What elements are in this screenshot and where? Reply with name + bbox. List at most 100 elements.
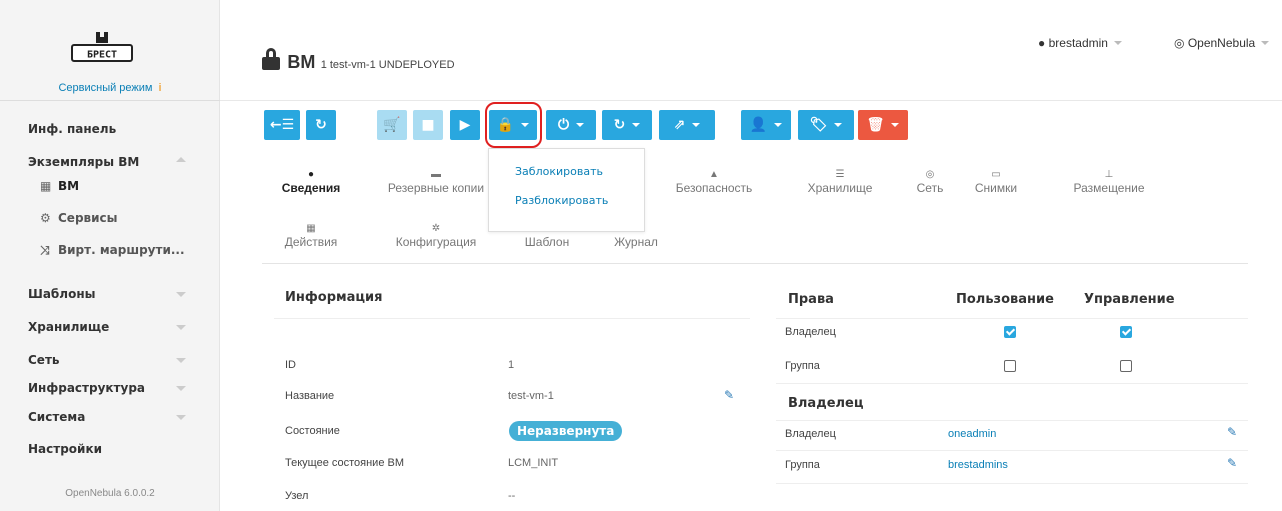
caret-down-icon (891, 123, 900, 127)
tab-label: Сеть (916, 181, 944, 195)
perms-col-manage: Управление (1084, 292, 1175, 307)
cart-icon: 🛒 (383, 117, 401, 133)
chevron-down-icon (176, 415, 186, 420)
globe-icon: ◎ (1174, 36, 1185, 50)
tab-security[interactable]: ▲ Безопасность (662, 168, 766, 195)
tab-label: Сведения (281, 181, 341, 195)
perms-title: Права (788, 292, 834, 307)
owner-label-group: Группа (785, 459, 820, 471)
edit-icon[interactable]: ✎ (1227, 457, 1239, 469)
services-icon: ⚙ (40, 211, 51, 225)
caret-down-icon (576, 123, 585, 127)
sidebar-item-infrastructure[interactable]: Инфраструктура (28, 381, 145, 395)
laptop-icon: ▭ (991, 169, 1001, 180)
tab-label: Резервные копии (387, 181, 485, 195)
row-divider (776, 318, 1248, 319)
play-button[interactable]: ▶ (450, 110, 480, 140)
chevron-down-icon (1261, 41, 1270, 45)
sidebar-item-storage[interactable]: Хранилище (28, 320, 109, 334)
lock-icon: ▲ (709, 169, 719, 180)
tab-snapshots[interactable]: ▭ Снимки (968, 168, 1024, 195)
zone-menu[interactable]: ◎ OpenNebula (1174, 36, 1270, 50)
sidebar-item-dashboard[interactable]: Инф. панель (28, 122, 116, 136)
shuffle-icon: ⤨ (40, 243, 50, 257)
tabs-divider (262, 263, 1248, 264)
header-divider (220, 100, 1282, 101)
brest-logo: БРЕСТ (71, 32, 133, 62)
tab-network[interactable]: ◎ Сеть (910, 168, 950, 195)
edit-icon[interactable]: ✎ (724, 389, 736, 401)
row-divider (776, 483, 1248, 484)
tab-label: Снимки (974, 181, 1018, 195)
info-label-id: ID (285, 359, 296, 371)
tab-label: Журнал (614, 235, 658, 249)
info-value-lcm-state: LCM_INIT (508, 457, 559, 469)
tab-label: Размещение (1073, 181, 1145, 195)
perms-label-owner: Владелец (785, 326, 836, 338)
group-manage-checkbox[interactable] (1120, 360, 1132, 372)
reboot-icon: ↻ (613, 117, 626, 133)
owner-title: Владелец (788, 396, 864, 411)
sidebar-item-services[interactable]: ⚙ Сервисы (40, 211, 118, 225)
delete-menu-button[interactable]: 🗑 (858, 110, 908, 140)
info-value-host: -- (508, 490, 516, 502)
tab-placement[interactable]: ⊥ Размещение (1062, 168, 1156, 195)
owner-group-link[interactable]: brestadmins (948, 459, 1008, 471)
tab-info[interactable]: ● Сведения (270, 168, 352, 195)
highlight-ring (485, 102, 542, 148)
tab-backups[interactable]: ▬ Резервные копии (384, 168, 488, 195)
brand[interactable]: БРЕСТ Сервисный режим i (12, 10, 208, 94)
owner-use-checkbox[interactable] (1004, 326, 1016, 338)
power-menu-button[interactable]: ⏻ (546, 110, 596, 140)
owner-menu-button[interactable]: 👤 (741, 110, 791, 140)
info-label-state: Состояние (285, 425, 340, 437)
info-title: Информация (285, 290, 383, 305)
sidebar-divider (0, 100, 220, 101)
lock-option[interactable]: Заблокировать (515, 165, 603, 178)
info-label-name: Название (285, 390, 335, 402)
chevron-down-icon (176, 292, 186, 297)
sidebar-item-system[interactable]: Система (28, 410, 85, 424)
refresh-button[interactable]: ↻ (306, 110, 336, 140)
row-divider (776, 383, 1248, 384)
tab-configuration[interactable]: ✲ Конфигурация (382, 222, 490, 249)
sidebar-item-vm-instances[interactable]: Экземпляры ВМ (28, 155, 139, 169)
info-icon[interactable]: i (158, 82, 161, 94)
labels-menu-button[interactable]: 🏷 (798, 110, 854, 140)
sidebar-item-vms[interactable]: ▦ ВМ (40, 179, 79, 193)
sidebar-item-network[interactable]: Сеть (28, 353, 60, 367)
lock-icon (262, 48, 280, 70)
back-list-icon: ←☰ (269, 117, 295, 133)
sidebar-item-label: Сервисы (58, 211, 118, 225)
row-divider (776, 450, 1248, 451)
version-label: OpenNebula 6.0.0.2 (65, 488, 155, 499)
reboot-menu-button[interactable]: ↻ (602, 110, 652, 140)
edit-icon[interactable]: ✎ (1227, 426, 1239, 438)
tab-label: Безопасность (675, 181, 753, 195)
user-menu[interactable]: ● brestadmin (1038, 36, 1122, 50)
cart-button[interactable]: 🛒 (377, 110, 407, 140)
caret-down-icon (834, 123, 843, 127)
save-icon: ■ (421, 117, 435, 133)
migrate-menu-button[interactable]: ⇗ (659, 110, 715, 140)
calendar-icon: ▦ (306, 223, 316, 234)
brand-mode-label[interactable]: Сервисный режим (58, 82, 152, 94)
power-icon: ⏻ (557, 117, 570, 133)
group-use-checkbox[interactable] (1004, 360, 1016, 372)
user-name: brestadmin (1048, 36, 1108, 50)
unlock-option[interactable]: Разблокировать (515, 194, 608, 207)
hdd-icon: ☰ (835, 169, 845, 180)
tab-storage[interactable]: ☰ Хранилище (795, 168, 885, 195)
tab-actions[interactable]: ▦ Действия (270, 222, 352, 249)
tab-label: Хранилище (807, 181, 873, 195)
back-to-list-button[interactable]: ←☰ (264, 110, 300, 140)
sidebar-item-label: Вирт. маршрути... (58, 243, 185, 257)
sidebar-item-virtual-routers[interactable]: ⤨ Вирт. маршрути... (40, 243, 185, 258)
owner-manage-checkbox[interactable] (1120, 326, 1132, 338)
gear-icon: ✲ (431, 223, 441, 234)
sidebar-item-settings[interactable]: Настройки (28, 442, 102, 456)
save-button[interactable]: ■ (413, 110, 443, 140)
sidebar-item-templates[interactable]: Шаблоны (28, 287, 95, 301)
owner-user-link[interactable]: oneadmin (948, 428, 996, 440)
tag-icon: 🏷 (809, 117, 828, 133)
